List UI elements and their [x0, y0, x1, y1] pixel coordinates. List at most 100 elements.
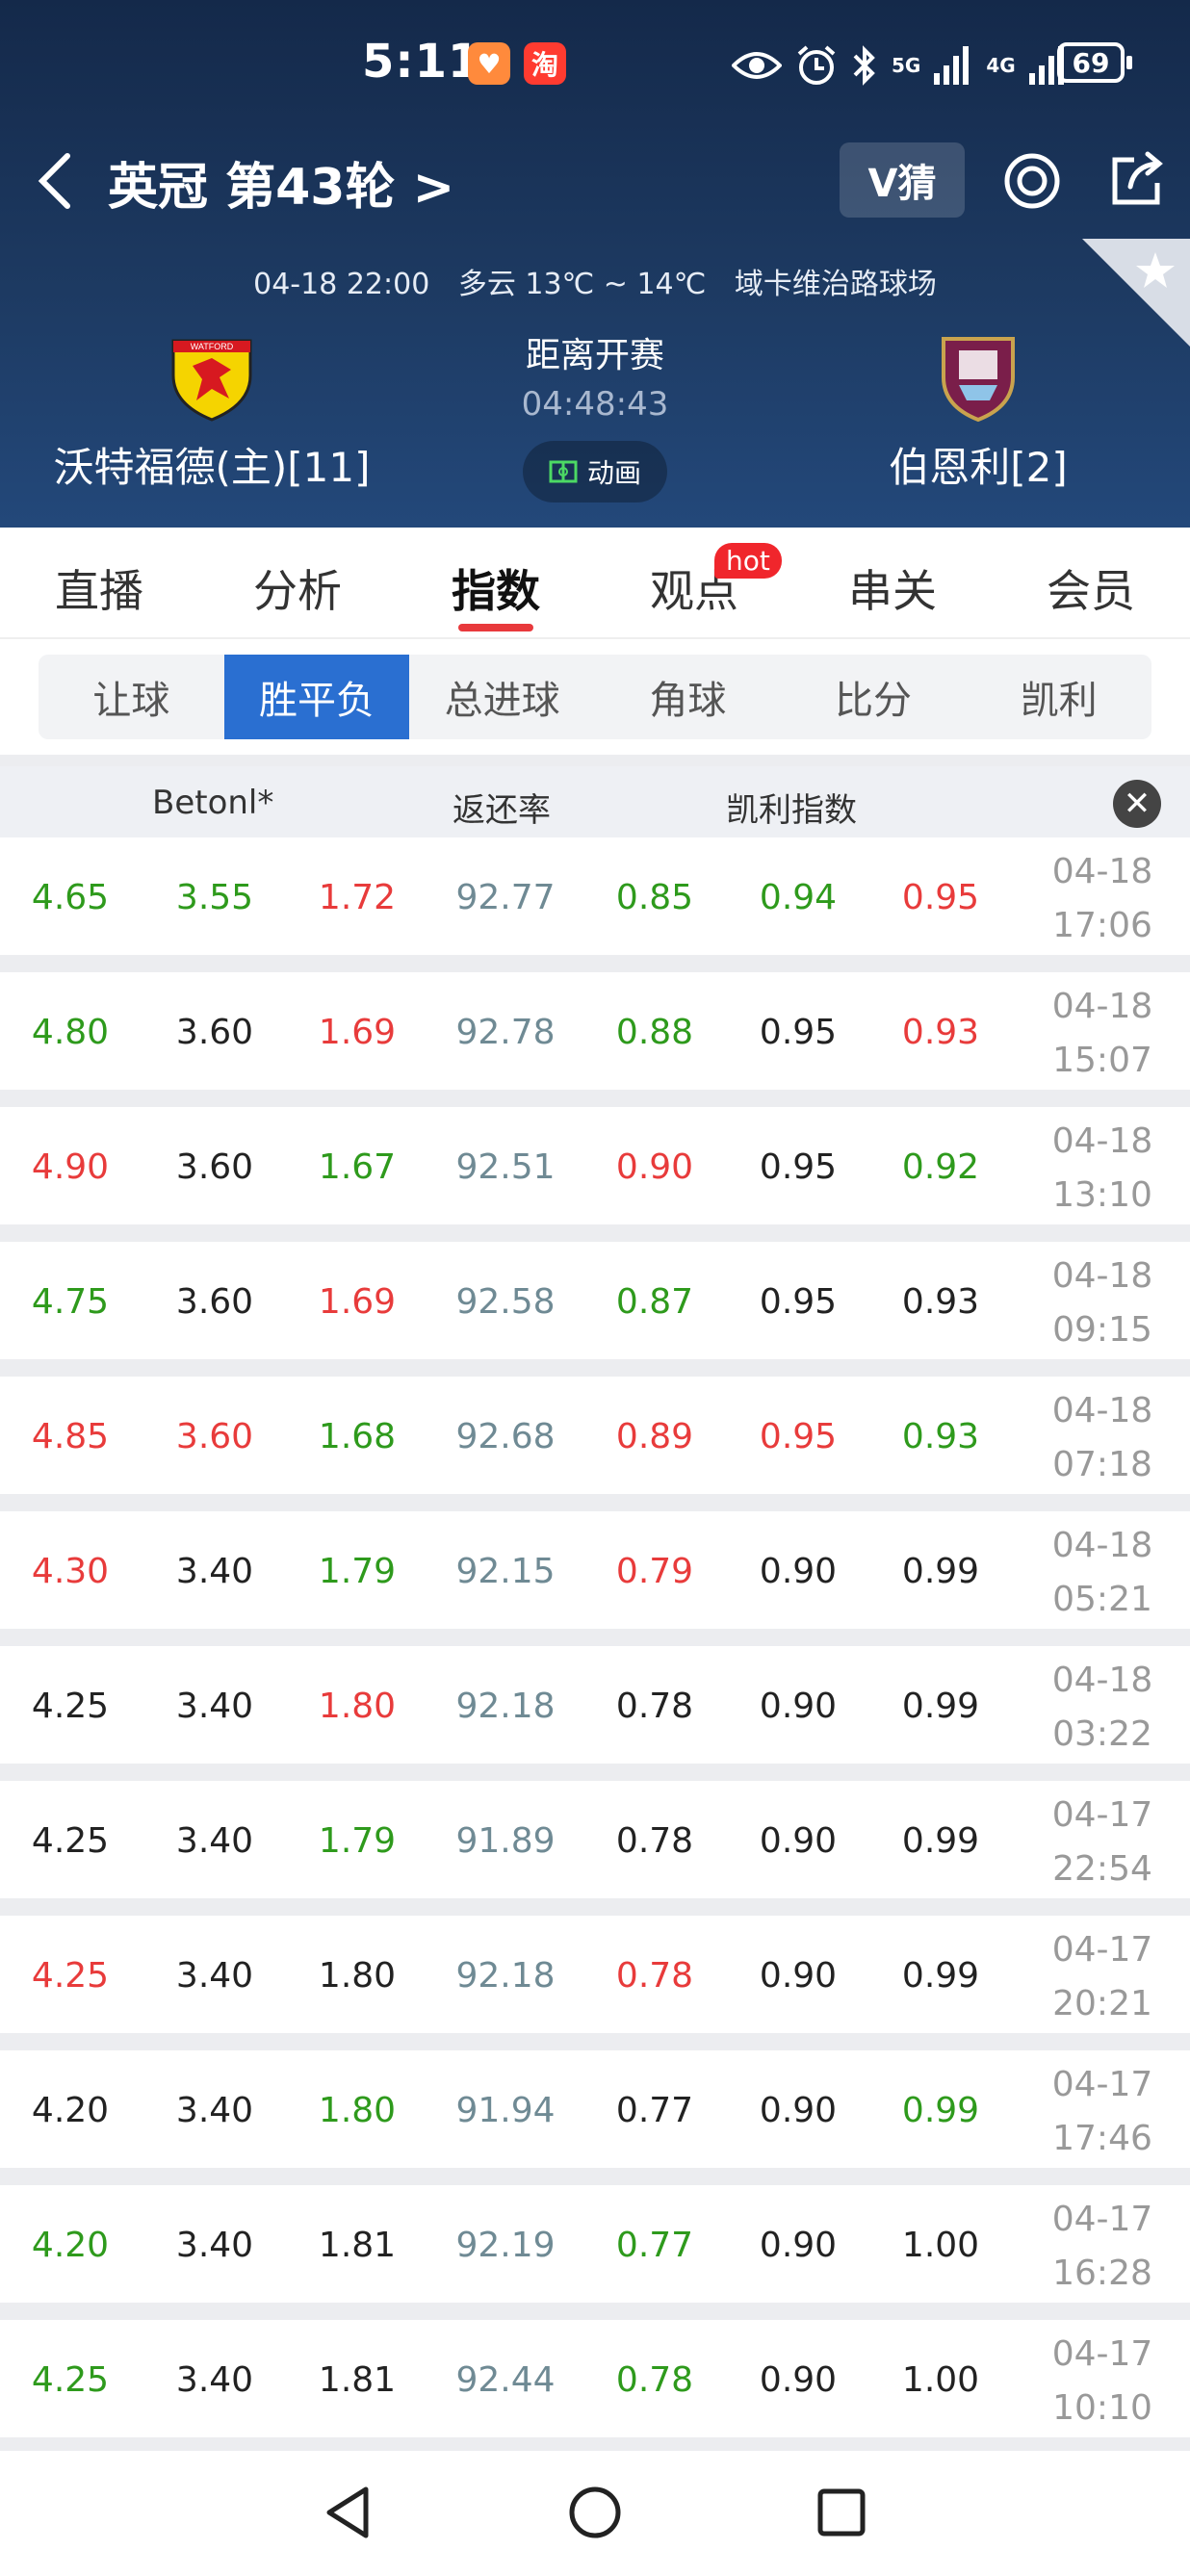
tab-member[interactable]: 会员 [992, 528, 1190, 637]
table-header: Betonl* 返还率 凯利指数 ✕ [0, 766, 1190, 837]
update-clock: 03:22 [1052, 1714, 1152, 1754]
league-round-title[interactable]: 英冠 第43轮 > [108, 146, 454, 219]
table-row[interactable]: 4.20 3.40 1.81 92.19 0.77 0.90 1.00 04-17 16:28 [0, 2185, 1190, 2303]
update-date: 04-18 [1051, 852, 1153, 891]
home-team[interactable]: WATFORD 沃特福德(主)[11] [10, 327, 414, 494]
update-time: 04-17 16:28 [1040, 2193, 1165, 2301]
odds-home: 4.20 [31, 2226, 110, 2265]
table-row[interactable]: 4.25 3.40 1.81 92.44 0.78 0.90 1.00 04-17 10:10 [0, 2320, 1190, 2437]
notification-app-icon: ♥ [468, 42, 510, 85]
table-row[interactable]: 4.30 3.40 1.79 92.15 0.79 0.90 0.99 04-18 05:21 [0, 1511, 1190, 1629]
update-date: 04-18 [1051, 1661, 1153, 1700]
odds-away: 1.79 [318, 1552, 397, 1591]
chevron-left-icon[interactable] [29, 150, 87, 212]
signal-bars-icon [934, 46, 970, 85]
update-clock: 17:46 [1052, 2119, 1152, 2158]
signal-4g-label: 4G [986, 54, 1016, 77]
table-row[interactable]: 4.75 3.60 1.69 92.58 0.87 0.95 0.93 04-18 09:15 [0, 1242, 1190, 1359]
update-date: 04-17 [1051, 2065, 1153, 2104]
kelly-home: 0.88 [615, 1013, 694, 1052]
table-row[interactable]: 4.25 3.40 1.80 92.18 0.78 0.90 0.99 04-17 20:21 [0, 1916, 1190, 2033]
return-rate: 92.18 [455, 1956, 556, 1996]
update-clock: 15:07 [1052, 1041, 1152, 1080]
update-time: 04-18 17:06 [1040, 845, 1165, 953]
subtab-kelly[interactable]: 凯利 [966, 655, 1151, 739]
kelly-draw: 0.90 [759, 1821, 838, 1861]
animation-button[interactable]: 动画 [523, 441, 667, 502]
subtab-total-goals[interactable]: 总进球 [409, 655, 595, 739]
update-clock: 22:54 [1052, 1849, 1152, 1889]
away-team[interactable]: 伯恩利[2] [776, 327, 1180, 494]
home-team-name: 沃特福德(主)[11] [53, 444, 371, 491]
update-date: 04-17 [1051, 2334, 1153, 2374]
table-row[interactable]: 4.80 3.60 1.69 92.78 0.88 0.95 0.93 04-18 15:07 [0, 972, 1190, 1090]
tab-parlay[interactable]: 串关 [793, 528, 992, 637]
share-icon[interactable] [1107, 150, 1167, 210]
subtab-1x2[interactable]: 胜平负 [223, 655, 410, 739]
kelly-home: 0.77 [615, 2091, 694, 2130]
tab-odds[interactable]: 指数 [397, 528, 595, 637]
vguess-button[interactable]: V猜 [840, 142, 965, 218]
nav-home-icon[interactable] [566, 2484, 624, 2541]
tab-live[interactable]: 直播 [0, 528, 198, 637]
return-rate: 92.44 [455, 2360, 556, 2400]
odds-draw: 3.40 [175, 2360, 254, 2400]
pitch-icon [549, 460, 578, 483]
target-icon[interactable] [1001, 150, 1063, 212]
odds-draw: 3.60 [175, 1147, 254, 1187]
odds-away: 1.72 [318, 878, 397, 917]
odds-home: 4.25 [31, 1956, 110, 1996]
return-rate: 92.18 [455, 1687, 556, 1726]
table-row[interactable]: 4.25 3.40 1.79 91.89 0.78 0.90 0.99 04-17 22:54 [0, 1781, 1190, 1898]
odds-draw: 3.60 [175, 1013, 254, 1052]
return-rate: 91.94 [455, 2091, 556, 2130]
odds-home: 4.65 [31, 878, 110, 917]
return-rate: 92.51 [455, 1147, 556, 1187]
tab-analysis[interactable]: 分析 [198, 528, 397, 637]
update-date: 04-18 [1051, 987, 1153, 1026]
subtab-corners[interactable]: 角球 [595, 655, 781, 739]
odds-home: 4.20 [31, 2091, 110, 2130]
table-row[interactable]: 4.25 3.40 1.80 92.18 0.78 0.90 0.99 04-18 03:22 [0, 1646, 1190, 1764]
svg-text:WATFORD: WATFORD [191, 342, 234, 351]
kelly-home: 0.89 [615, 1417, 694, 1456]
kelly-away: 0.99 [901, 2091, 980, 2130]
return-rate: 92.78 [455, 1013, 556, 1052]
table-row[interactable]: 4.85 3.60 1.68 92.68 0.89 0.95 0.93 04-18 07:18 [0, 1377, 1190, 1494]
kelly-away: 0.93 [901, 1013, 980, 1052]
subtab-handicap[interactable]: 让球 [39, 655, 224, 739]
nav-back-icon[interactable] [322, 2484, 375, 2541]
kelly-home: 0.78 [615, 1821, 694, 1861]
return-rate: 92.77 [455, 878, 556, 917]
odds-home: 4.85 [31, 1417, 110, 1456]
nav-recents-icon[interactable] [815, 2484, 868, 2541]
main-tabs: 直播 分析 指数 观点 hot 串关 会员 [0, 528, 1190, 637]
match-header: 5:11 ♥ 淘 5G 4G 69 英冠 第43轮 > V猜 04-18 22:… [0, 0, 1190, 528]
odds-draw: 3.60 [175, 1282, 254, 1322]
eye-icon [732, 52, 782, 79]
odds-table: 4.65 3.55 1.72 92.77 0.85 0.94 0.95 04-18 17:06 4… [0, 837, 1190, 2455]
close-icon[interactable]: ✕ [1113, 780, 1161, 828]
table-row[interactable]: 4.90 3.60 1.67 92.51 0.90 0.95 0.92 04-18 13:10 [0, 1107, 1190, 1224]
odds-away: 1.80 [318, 2091, 397, 2130]
kelly-away: 0.95 [901, 878, 980, 917]
watford-logo-icon: WATFORD [171, 339, 252, 422]
odds-draw: 3.40 [175, 2091, 254, 2130]
table-row[interactable]: 4.20 3.40 1.80 91.94 0.77 0.90 0.99 04-17 17:46 [0, 2050, 1190, 2168]
burnley-logo-icon [942, 337, 1015, 423]
update-time: 04-18 13:10 [1040, 1115, 1165, 1223]
odds-home: 4.30 [31, 1552, 110, 1591]
odds-away: 1.80 [318, 1956, 397, 1996]
kelly-draw: 0.95 [759, 1417, 838, 1456]
kelly-away: 0.99 [901, 1821, 980, 1861]
table-row[interactable]: 4.65 3.55 1.72 92.77 0.85 0.94 0.95 04-18 17:06 [0, 837, 1190, 955]
odds-home: 4.25 [31, 1687, 110, 1726]
update-date: 04-17 [1051, 2200, 1153, 2239]
battery-indicator: 69 [1057, 42, 1132, 83]
kelly-draw: 0.95 [759, 1013, 838, 1052]
tab-opinions[interactable]: 观点 hot [595, 528, 793, 637]
kelly-home: 0.78 [615, 1956, 694, 1996]
subtab-score[interactable]: 比分 [781, 655, 967, 739]
odds-away: 1.80 [318, 1687, 397, 1726]
odds-draw: 3.40 [175, 2226, 254, 2265]
